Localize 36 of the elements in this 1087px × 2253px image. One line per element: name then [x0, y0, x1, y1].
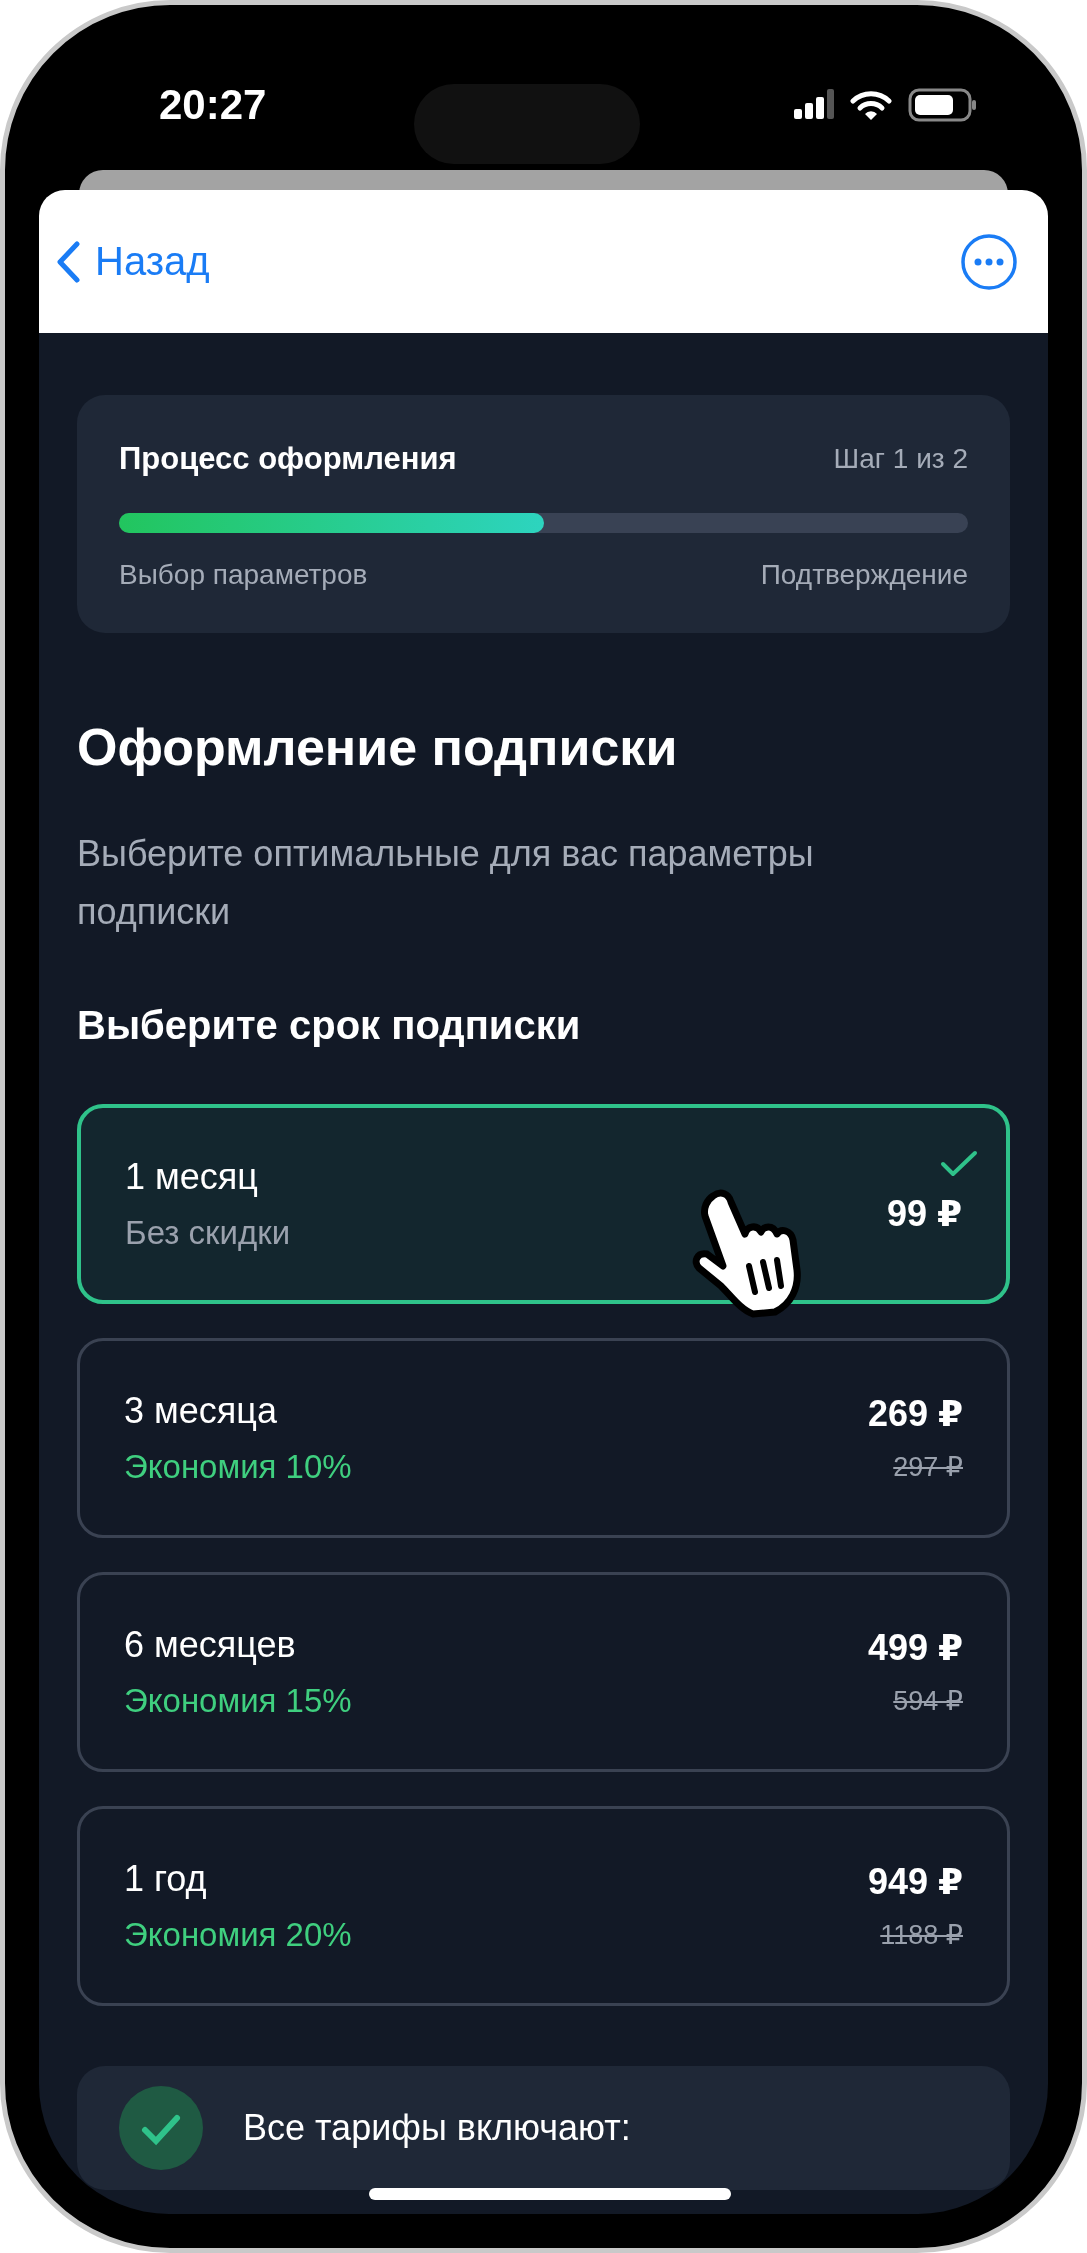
chevron-left-icon: [55, 239, 81, 284]
status-time: 20:27: [159, 80, 267, 129]
page-heading: Оформление подписки: [77, 717, 679, 777]
signal-icon: [794, 88, 834, 121]
old-price: 297 ₽: [893, 1451, 963, 1483]
plan-option[interactable]: 6 месяцев Экономия 15% 499 ₽ 594 ₽: [77, 1572, 1010, 1772]
check-circle-icon: [119, 2086, 203, 2170]
plan-note: Экономия 20%: [124, 1916, 352, 1954]
plan-price: 269 ₽: [867, 1393, 963, 1435]
plan-note: Экономия 15%: [124, 1682, 352, 1720]
back-button[interactable]: Назад: [51, 235, 214, 288]
page-subtitle: Выберите оптимальные для вас параметры подписки: [77, 832, 815, 934]
wifi-icon: [850, 88, 892, 121]
features-title: Все тарифы включают:: [243, 2107, 631, 2149]
plan-note: Экономия 10%: [124, 1448, 352, 1486]
old-price: 594 ₽: [893, 1685, 963, 1717]
progress-title: Процесс оформления: [119, 441, 457, 477]
plan-term: 1 месяц: [125, 1156, 259, 1198]
plan-term: 6 месяцев: [124, 1624, 297, 1666]
plan-price: 499 ₽: [867, 1627, 963, 1669]
plan-option[interactable]: 1 год Экономия 20% 949 ₽ 1188 ₽: [77, 1806, 1010, 2006]
plan-price: 99 ₽: [886, 1193, 962, 1235]
plan-option[interactable]: 3 месяца Экономия 10% 269 ₽ 297 ₽: [77, 1338, 1010, 1538]
step-label: Выбор параметров: [119, 559, 368, 591]
more-icon[interactable]: [960, 232, 1018, 291]
plan-note: Без скидки: [125, 1214, 291, 1252]
step-label: Подтверждение: [760, 559, 968, 591]
check-icon: [940, 1150, 978, 1178]
old-price: 1188 ₽: [880, 1919, 963, 1951]
hand-pointer-icon: [691, 1188, 801, 1318]
plan-price: 949 ₽: [867, 1861, 963, 1903]
section-title: Выберите срок подписки: [77, 1003, 582, 1048]
step-counter: Шаг 1 из 2: [833, 443, 968, 475]
battery-icon: [908, 87, 978, 122]
plan-term: 3 месяца: [124, 1390, 278, 1432]
plan-term: 1 год: [124, 1858, 208, 1900]
